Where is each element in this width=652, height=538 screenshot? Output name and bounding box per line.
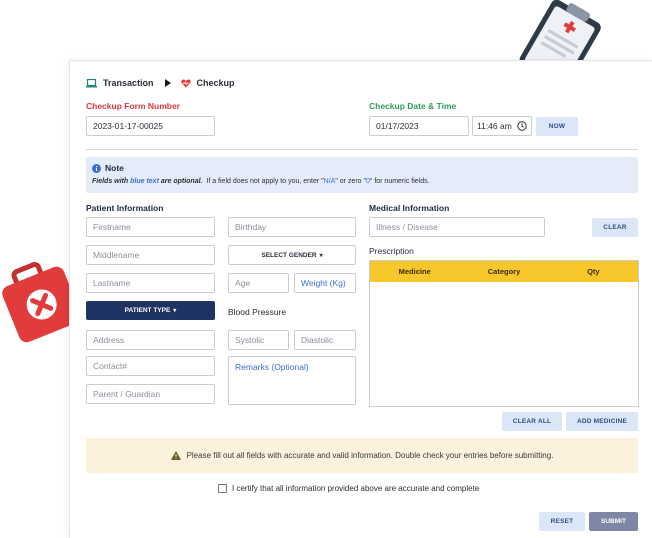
remarks-textarea[interactable]: Remarks (Optional) <box>228 356 356 405</box>
guardian-field[interactable]: Parent / Guardian <box>86 384 215 404</box>
caret-down-icon: ▾ <box>173 308 177 314</box>
warning-icon <box>170 451 181 460</box>
contact-field[interactable]: Contact# <box>86 356 215 376</box>
breadcrumb-transaction[interactable]: Transaction <box>103 78 154 88</box>
illness-field[interactable]: Illness / Disease <box>369 217 545 237</box>
certify-text: I certify that all information provided … <box>232 484 480 493</box>
note-text-4: If a field does not apply to you, enter … <box>202 178 324 185</box>
warning-banner: Please fill out all fields with accurate… <box>86 438 638 473</box>
lastname-field[interactable]: Lastname <box>86 273 215 293</box>
prescription-table-header: Medicine Category Qty <box>370 261 638 282</box>
play-arrow-icon <box>164 79 171 87</box>
select-gender-dropdown[interactable]: SELECT GENDER ▾ <box>228 245 356 265</box>
weight-field[interactable]: Weight (Kg) <box>294 273 356 293</box>
certify-checkbox[interactable] <box>218 484 227 493</box>
systolic-field[interactable]: Systolic <box>228 330 289 350</box>
checkup-time-field[interactable]: 11:46 am <box>472 116 532 136</box>
firstname-field[interactable]: Firstname <box>86 217 215 237</box>
note-text-na: N/A <box>323 178 336 185</box>
col-category: Category <box>487 267 521 276</box>
caret-down-icon: ▾ <box>319 252 323 259</box>
clear-all-button[interactable]: CLEAR ALL <box>502 412 562 431</box>
patient-info-heading: Patient Information <box>86 203 164 213</box>
section-divider <box>86 149 638 150</box>
form-number-field[interactable]: 2023-01-17-00025 <box>86 116 215 136</box>
certify-row: I certify that all information provided … <box>218 484 479 493</box>
breadcrumb: Transaction Checkup <box>86 78 235 88</box>
col-medicine: Medicine <box>398 267 431 276</box>
note-title: Note <box>92 163 124 173</box>
diastolic-field[interactable]: Diastolic <box>294 330 356 350</box>
select-gender-label: SELECT GENDER <box>261 251 317 259</box>
address-field[interactable]: Address <box>86 330 215 350</box>
patient-type-dropdown[interactable]: PATIENT TYPE ▾ <box>86 301 215 320</box>
patient-type-label: PATIENT TYPE <box>124 307 171 314</box>
submit-button[interactable]: SUBMIT <box>589 512 638 531</box>
note-text-1: Fields with <box>92 178 131 185</box>
note-title-text: Note <box>105 163 124 173</box>
laptop-icon <box>86 78 97 87</box>
note-box: Note Fields with blue text are optional.… <box>86 157 638 193</box>
note-text-6: " or zero " <box>335 178 366 185</box>
age-field[interactable]: Age <box>228 273 289 293</box>
now-button[interactable]: NOW <box>536 117 578 136</box>
prescription-label: Prescription <box>369 246 414 256</box>
note-body: Fields with blue text are optional. If a… <box>92 178 430 185</box>
checkup-date-field[interactable]: 01/17/2023 <box>369 116 469 136</box>
breadcrumb-checkup: Checkup <box>196 78 235 88</box>
note-text-3: are optional. <box>158 178 203 185</box>
clipboard-icon <box>512 0 608 62</box>
checkup-datetime-label: Checkup Date & Time <box>369 101 457 111</box>
medkit-icon <box>0 255 82 351</box>
clear-button[interactable]: CLEAR <box>592 218 638 237</box>
reset-button[interactable]: RESET <box>539 512 585 531</box>
middlename-field[interactable]: Middlename <box>86 245 215 265</box>
note-text-blue: blue text <box>130 178 159 185</box>
checkup-form-card: Transaction Checkup Checkup Form Number … <box>69 60 652 538</box>
birthday-field[interactable]: Birthday <box>228 217 356 237</box>
note-text-8: " for numeric fields. <box>369 178 430 185</box>
form-number-label: Checkup Form Number <box>86 101 180 111</box>
heartbeat-icon <box>180 79 191 87</box>
checkup-time-value: 11:46 am <box>477 121 512 131</box>
clock-icon[interactable] <box>517 121 527 131</box>
prescription-table: Medicine Category Qty <box>369 260 639 407</box>
medical-info-heading: Medical Information <box>369 203 450 213</box>
blood-pressure-label: Blood Pressure <box>228 307 287 317</box>
warning-text: Please fill out all fields with accurate… <box>186 451 554 460</box>
info-icon <box>92 163 101 173</box>
col-qty: Qty <box>587 267 600 276</box>
add-medicine-button[interactable]: ADD MEDICINE <box>566 412 638 431</box>
